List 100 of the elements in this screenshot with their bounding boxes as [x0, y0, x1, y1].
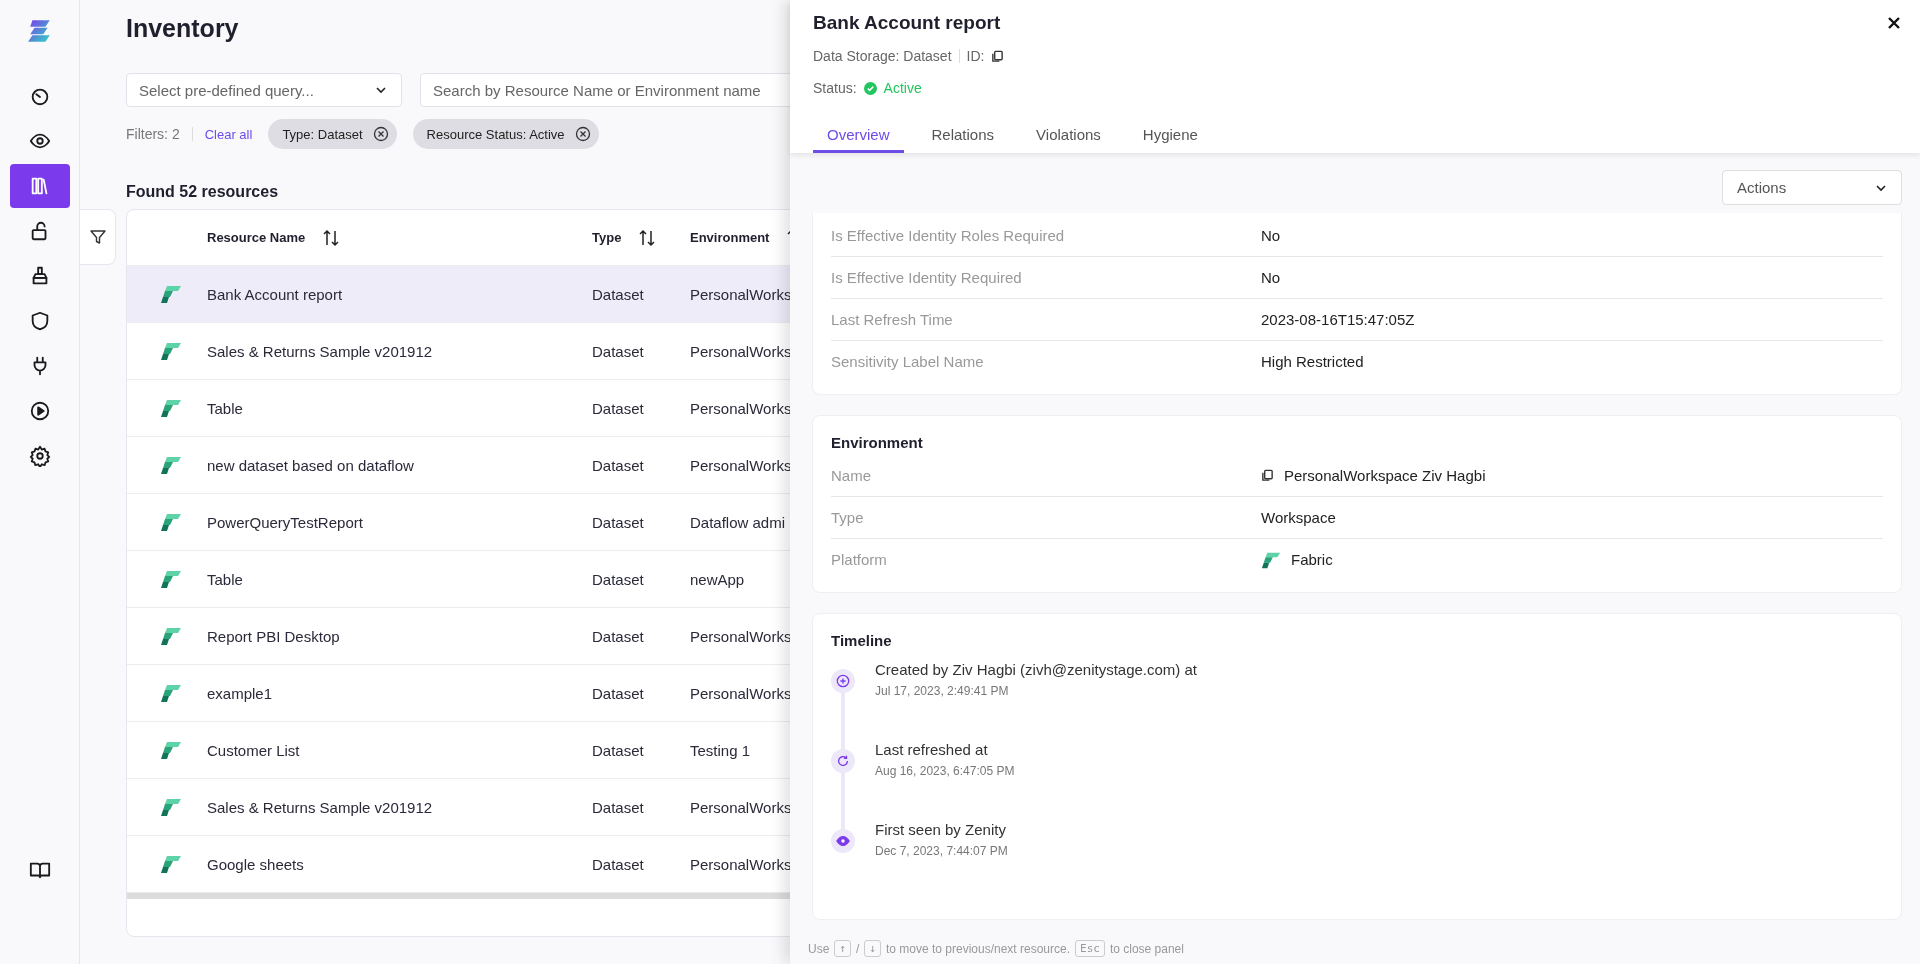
property-label: Last Refresh Time: [831, 311, 954, 328]
resource-name-cell-text: Report PBI Desktop: [207, 627, 341, 645]
resource-name-cell-text: Sales & Returns Sample v201912: [207, 798, 434, 816]
property-label: Is Effective Identity Required: [831, 269, 1023, 286]
type-cell-text: Dataset: [592, 513, 645, 531]
fabric-icon: [160, 568, 182, 590]
event-time: Aug 16, 2023, 6:47:05 PM: [875, 764, 1015, 778]
tab[interactable]: Overview: [813, 122, 904, 153]
event-text: First seen by Zenity: [875, 821, 1007, 838]
property-value: No: [1261, 269, 1281, 286]
resource-name-cell-text: new dataset based on dataflow: [207, 456, 415, 474]
status-value: Active: [883, 80, 922, 96]
environment-cell: PersonalWorks: [690, 456, 790, 474]
close-icon[interactable]: [1887, 16, 1901, 30]
sort-icon[interactable]: [321, 227, 342, 248]
property-value: 2023-08-16T15:47:05Z: [1261, 311, 1415, 328]
actions-dropdown[interactable]: Actions: [1722, 170, 1902, 205]
data-storage-label: Data Storage: Dataset: [813, 48, 952, 64]
fabric-icon: [160, 796, 182, 818]
event-text: Last refreshed at: [875, 741, 989, 758]
books-nav-button[interactable]: [9, 164, 70, 208]
clear-all-link[interactable]: Clear all: [204, 126, 253, 142]
copy-icon[interactable]: [991, 49, 1005, 63]
type-cell-text: Dataset: [592, 285, 645, 303]
resource-name-cell-text: example1: [207, 684, 274, 702]
hint-text: /: [855, 941, 860, 956]
remove-icon[interactable]: [574, 126, 591, 142]
property-label: Type: [831, 509, 865, 526]
hint-text: to close panel: [1109, 941, 1184, 956]
type-cell-text: Dataset: [592, 855, 645, 873]
resource-name-cell-text: Customer List: [207, 741, 301, 759]
tab[interactable]: Relations: [917, 122, 1009, 153]
type-cell-text: Dataset: [592, 627, 645, 645]
property-label: Sensitivity Label Name: [831, 353, 985, 370]
type-cell-text: Dataset: [592, 456, 645, 474]
environment-cell: PersonalWorks: [690, 684, 790, 702]
fabric-icon: [160, 682, 182, 704]
resource-name-cell-text: PowerQueryTestReport: [207, 513, 364, 531]
type-cell-text: Dataset: [592, 342, 645, 360]
fabric-icon: [160, 511, 182, 533]
results-count: Found 52 resources: [126, 183, 280, 201]
section-title: Environment: [831, 433, 924, 453]
key-hint: ↑: [834, 940, 851, 957]
type-cell-text: Dataset: [592, 570, 645, 588]
filter-button[interactable]: [80, 209, 116, 265]
table-row[interactable]: Bank Account report Dataset PersonalWorks: [127, 265, 790, 322]
play-icon: [28, 400, 51, 422]
copy-icon[interactable]: [1261, 469, 1274, 482]
event-text: Created by Ziv Hagbi (zivh@zenitystage.com) at: [875, 661, 1198, 678]
resource-name-cell-text: Table: [207, 399, 244, 417]
environment-cell: PersonalWorks: [690, 855, 790, 873]
property-value: Fabric: [1291, 551, 1333, 568]
id-label: ID:: [966, 48, 985, 64]
panel-title: Bank Account report: [813, 12, 1001, 34]
tab[interactable]: Hygiene: [1128, 122, 1212, 153]
environment-cell: PersonalWorks: [690, 285, 790, 303]
section-title: Timeline: [831, 631, 893, 651]
key-hint: Esc: [1075, 940, 1105, 957]
fabric-icon: [160, 739, 182, 761]
resource-name-cell-text: Bank Account report: [207, 285, 344, 303]
resource-name-cell-text: Table: [207, 570, 244, 588]
resource-name-cell-text: Sales & Returns Sample v201912: [207, 342, 434, 360]
hint-text: Use: [808, 941, 830, 956]
type-cell-text: Dataset: [592, 741, 645, 759]
property-label: Platform: [831, 551, 888, 568]
property-value: No: [1261, 227, 1281, 244]
query-placeholder: Select pre-defined query...: [139, 81, 314, 99]
remove-icon[interactable]: [372, 126, 389, 142]
property-label: Is Effective Identity Roles Required: [831, 227, 1066, 244]
tab[interactable]: Violations: [1022, 122, 1115, 153]
fabric-icon: [160, 340, 182, 362]
environment-cell: PersonalWorks: [690, 342, 790, 360]
environment-cell-text: newApp: [690, 570, 746, 588]
filters-count: Filters: 2: [126, 126, 180, 142]
type-cell-text: Dataset: [592, 798, 645, 816]
page-title: Inventory: [126, 14, 240, 43]
gear-icon: [28, 445, 51, 467]
column-header[interactable]: Type: [592, 230, 622, 245]
event-time: Dec 7, 2023, 7:44:07 PM: [875, 844, 1008, 858]
eye-icon: [836, 834, 850, 848]
property-value: High Restricted: [1261, 353, 1364, 370]
fabric-icon: [160, 853, 182, 875]
environment-cell-text: Testing 1: [690, 741, 752, 759]
property-value: PersonalWorkspace Ziv Hagbi: [1284, 467, 1486, 484]
fabric-icon: [160, 625, 182, 647]
query-dropdown[interactable]: Select pre-defined query...: [126, 73, 402, 107]
property-label: Name: [831, 467, 872, 484]
column-header[interactable]: Environment: [690, 230, 770, 245]
horizontal-scrollbar[interactable]: [127, 892, 790, 899]
fabric-icon: [160, 397, 182, 419]
environment-cell: PersonalWorks: [690, 399, 790, 417]
search-field[interactable]: Search by Resource Name or Environment name: [420, 73, 790, 107]
status-label: Status:: [813, 80, 857, 96]
chip-label: Resource Status: Active: [426, 126, 565, 142]
fabric-icon: [160, 454, 182, 476]
refresh-icon: [836, 754, 850, 768]
column-header[interactable]: Resource Name: [207, 230, 306, 245]
sort-icon[interactable]: [637, 227, 658, 248]
hint-text: to move to previous/next resource.: [885, 941, 1071, 956]
environment-cell: PersonalWorks: [690, 798, 790, 816]
